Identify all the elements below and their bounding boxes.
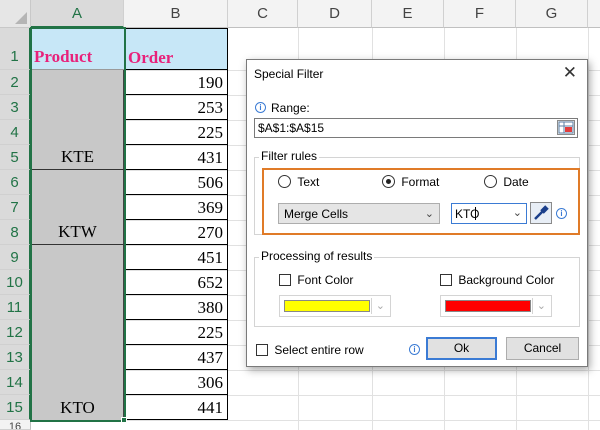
order-cell[interactable]: 225 [124, 320, 228, 345]
radio-date[interactable]: Date [484, 174, 529, 189]
order-cell[interactable]: 225 [124, 120, 228, 145]
order-cell[interactable]: 652 [124, 270, 228, 295]
text-cursor [475, 207, 476, 220]
column-header-edge [588, 0, 600, 28]
merged-cell-label: KTW [58, 222, 97, 241]
radio-button [484, 175, 497, 189]
select-entire-row-checkbox[interactable]: Select entire row [256, 342, 364, 357]
radio-text[interactable]: Text [278, 174, 319, 189]
background-color-checkbox[interactable]: Background Color [440, 272, 554, 287]
special-filter-dialog: Special Filter ✕ i Range: $A$1:$A$15 Fil… [246, 59, 588, 367]
chevron-down-icon: ⌄ [375, 300, 385, 312]
background-color-picker[interactable]: ⌄ [440, 295, 552, 317]
range-select-button[interactable] [557, 120, 575, 135]
row-header-5[interactable]: 5 [0, 145, 31, 170]
merged-cell-kto[interactable]: KTO [31, 245, 124, 420]
order-cell[interactable]: 431 [124, 145, 228, 170]
background-color-swatch [445, 300, 531, 312]
pick-format-button[interactable] [530, 202, 552, 224]
fill-handle[interactable] [121, 417, 127, 423]
divider [532, 298, 533, 314]
range-picker-icon [558, 121, 574, 134]
chevron-down-icon: ⌄ [424, 208, 434, 220]
radio-date-label: Date [503, 174, 529, 189]
order-cell[interactable]: 451 [124, 245, 228, 270]
info-icon: i [255, 102, 266, 113]
radio-format-label: Format [401, 174, 440, 189]
order-cell[interactable]: 369 [124, 195, 228, 220]
order-cell[interactable]: 380 [124, 295, 228, 320]
row-header-9[interactable]: 9 [0, 245, 31, 270]
row-header-6[interactable]: 6 [0, 170, 31, 195]
row-header-13[interactable]: 13 [0, 345, 31, 370]
row-header-10[interactable]: 10 [0, 270, 31, 295]
background-color-label: Background Color [458, 272, 555, 287]
row-header-8[interactable]: 8 [0, 220, 31, 245]
column-header-f[interactable]: F [444, 0, 516, 28]
order-cell[interactable]: 506 [124, 170, 228, 195]
close-icon[interactable]: ✕ [563, 63, 577, 83]
merged-cell-label: KTE [60, 147, 95, 166]
font-color-picker[interactable]: ⌄ [279, 295, 391, 317]
checkbox [256, 343, 268, 356]
radio-button-selected [382, 175, 395, 189]
cancel-button[interactable]: Cancel [506, 337, 579, 360]
ok-button[interactable]: Ok [426, 337, 497, 360]
format-value-combo[interactable]: KTO ⌄ [451, 203, 527, 224]
cell-a1-product-header[interactable]: Product [31, 28, 124, 70]
column-header-d[interactable]: D [298, 0, 372, 28]
order-cell[interactable]: 441 [124, 395, 228, 420]
info-icon: i [556, 208, 567, 219]
column-header-e[interactable]: E [372, 0, 444, 28]
dialog-title: Special Filter [254, 67, 324, 81]
range-value: $A$1:$A$15 [258, 121, 325, 135]
merged-cell-label: KTO [60, 398, 95, 417]
format-type-select[interactable]: Merge Cells ⌄ [278, 203, 440, 224]
row-header-15[interactable]: 15 [0, 395, 31, 420]
order-cell[interactable]: 253 [124, 95, 228, 120]
radio-button [278, 175, 291, 189]
chevron-down-icon: ⌄ [536, 300, 546, 312]
order-cell[interactable]: 437 [124, 345, 228, 370]
row-header-3[interactable]: 3 [0, 95, 31, 120]
chevron-down-icon: ⌄ [512, 207, 522, 219]
row-header-2[interactable]: 2 [0, 70, 31, 95]
order-cell[interactable]: 306 [124, 370, 228, 395]
select-entire-row-label: Select entire row [274, 342, 364, 357]
row-header-14[interactable]: 14 [0, 370, 31, 395]
merged-cell-kte[interactable]: KTE [31, 70, 124, 170]
column-header-c[interactable]: C [228, 0, 298, 28]
order-cell[interactable]: 190 [124, 70, 228, 95]
merged-cell-ktw[interactable]: KTW [31, 170, 124, 245]
row-header-16[interactable]: 16 [0, 420, 31, 430]
row-header-1[interactable]: 1 [0, 28, 31, 70]
row-header-12[interactable]: 12 [0, 320, 31, 345]
processing-label: Processing of results [259, 249, 375, 263]
checkbox [279, 273, 291, 286]
radio-format[interactable]: Format [382, 174, 439, 189]
format-type-value: Merge Cells [284, 207, 349, 221]
column-header-b[interactable]: B [124, 0, 228, 28]
gridline [31, 420, 600, 421]
order-cell[interactable]: 270 [124, 220, 228, 245]
column-header-g[interactable]: G [516, 0, 588, 28]
range-input[interactable]: $A$1:$A$15 [254, 118, 578, 138]
eyedropper-icon [534, 205, 549, 220]
select-all-corner[interactable] [0, 0, 31, 28]
row-header-7[interactable]: 7 [0, 195, 31, 220]
info-icon: i [409, 344, 420, 355]
font-color-label: Font Color [297, 272, 354, 287]
font-color-swatch [284, 300, 370, 312]
checkbox [440, 273, 452, 286]
cell-b1-order-header[interactable]: Order [124, 28, 228, 70]
range-label: Range: [271, 101, 310, 115]
column-header-a[interactable]: A [31, 0, 124, 28]
filter-rules-label: Filter rules [259, 149, 320, 163]
font-color-checkbox[interactable]: Font Color [279, 272, 353, 287]
divider [371, 298, 372, 314]
radio-text-label: Text [297, 174, 320, 189]
row-header-11[interactable]: 11 [0, 295, 31, 320]
row-header-4[interactable]: 4 [0, 120, 31, 145]
